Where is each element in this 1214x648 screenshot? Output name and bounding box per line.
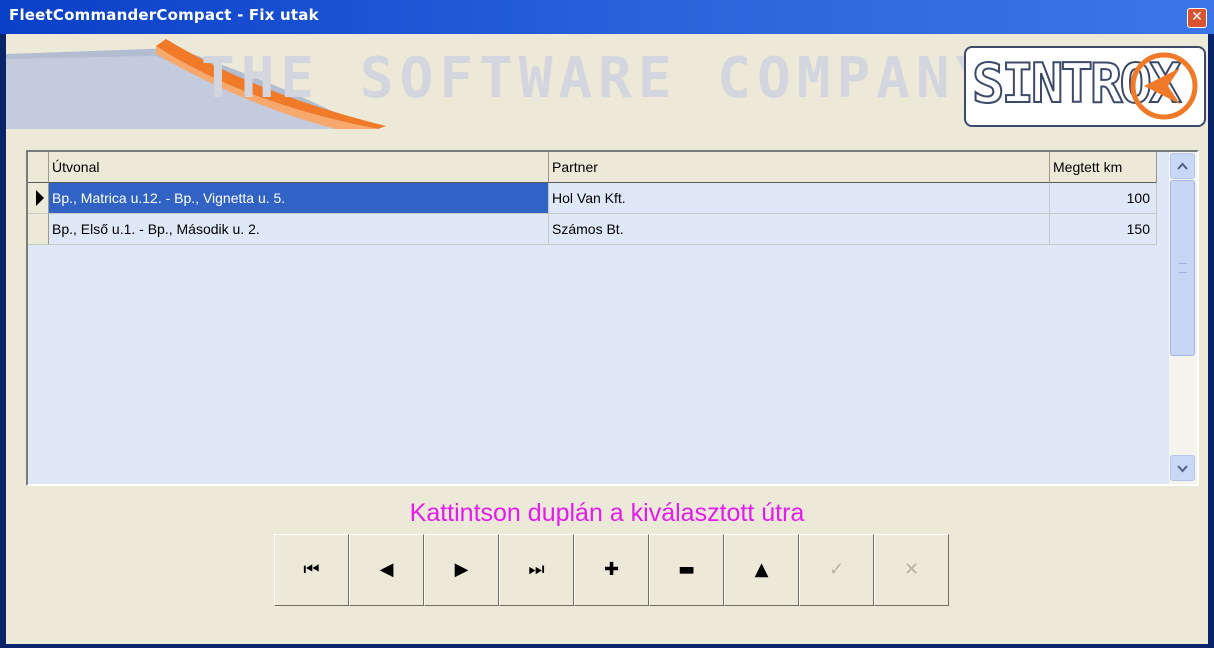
first-icon: ⏮: [303, 559, 320, 580]
last-record-button[interactable]: ⏭: [499, 534, 574, 606]
sintrox-logo: SINTROX: [964, 46, 1206, 127]
chevron-up-icon: [1177, 162, 1188, 170]
insert-record-button[interactable]: ✚: [574, 534, 649, 606]
client-area: THE SOFTWARE COMPANY... SINTROX Útvonal …: [6, 34, 1208, 644]
row-indicator: [28, 214, 49, 245]
cancel-record-button[interactable]: ✕: [874, 534, 949, 606]
scroll-up-button[interactable]: [1170, 153, 1195, 179]
cancel-icon: ✕: [903, 559, 920, 580]
scroll-thumb[interactable]: [1170, 180, 1195, 356]
route-cell[interactable]: Bp., Matrica u.12. - Bp., Vignetta u. 5.: [49, 183, 549, 214]
company-banner: THE SOFTWARE COMPANY... SINTROX: [6, 34, 1208, 129]
column-header-partner[interactable]: Partner: [549, 152, 1050, 183]
next-record-button[interactable]: ▶: [424, 534, 499, 606]
edit-record-button[interactable]: ▲: [724, 534, 799, 606]
partner-cell[interactable]: Hol Van Kft.: [549, 183, 1050, 214]
logo-arrow-icon: [1130, 52, 1198, 120]
partner-cell[interactable]: Számos Bt.: [549, 214, 1050, 245]
window: FleetCommanderCompact - Fix utak ✕ THE S…: [0, 0, 1214, 648]
column-header-km[interactable]: Megtett km: [1050, 152, 1157, 183]
next-icon: ▶: [454, 559, 469, 580]
window-border-right: [1208, 34, 1214, 648]
row-indicator-arrow-icon: [28, 183, 49, 214]
title-bar[interactable]: FleetCommanderCompact - Fix utak ✕: [0, 0, 1214, 34]
routes-grid[interactable]: Útvonal Partner Megtett km Bp., Matrica …: [26, 150, 1199, 486]
delete-record-button[interactable]: ▬: [649, 534, 724, 606]
minus-icon: ▬: [677, 559, 695, 580]
post-record-button[interactable]: ✓: [799, 534, 874, 606]
km-cell[interactable]: 150: [1050, 214, 1157, 245]
chevron-down-icon: [1177, 465, 1188, 473]
prior-record-button[interactable]: ◀: [349, 534, 424, 606]
grid-body: Útvonal Partner Megtett km Bp., Matrica …: [28, 152, 1169, 484]
last-icon: ⏭: [528, 559, 545, 580]
window-title: FleetCommanderCompact - Fix utak: [9, 6, 319, 24]
plus-icon: ✚: [603, 559, 620, 580]
grid-header-indicator: [28, 152, 49, 183]
km-cell[interactable]: 100: [1050, 183, 1157, 214]
double-click-hint: Kattintson duplán a kiválasztott útra: [409, 499, 805, 527]
column-header-route[interactable]: Útvonal: [49, 152, 549, 183]
prior-icon: ◀: [379, 559, 394, 580]
check-icon: ✓: [828, 559, 845, 580]
vertical-scrollbar[interactable]: [1169, 152, 1197, 484]
up-arrow-icon: ▲: [754, 559, 769, 580]
route-cell[interactable]: Bp., Első u.1. - Bp., Második u. 2.: [49, 214, 549, 245]
first-record-button[interactable]: ⏮: [274, 534, 349, 606]
db-navigator: ⏮ ◀ ▶ ⏭ ✚ ▬ ▲ ✓ ✕: [274, 534, 951, 606]
scroll-down-button[interactable]: [1170, 455, 1195, 481]
close-button[interactable]: ✕: [1187, 8, 1207, 28]
thumb-grip: [1179, 263, 1187, 273]
